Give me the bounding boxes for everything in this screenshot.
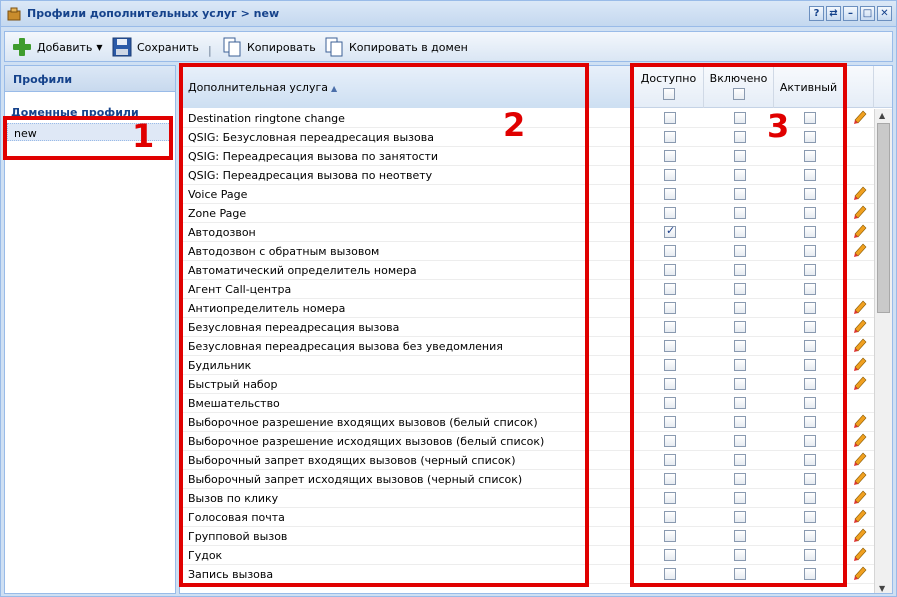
window-controls: ? ⇄ – □ ✕ (809, 6, 892, 21)
help-icon[interactable]: ? (809, 6, 824, 21)
add-button[interactable]: Добавить ▼ (11, 36, 103, 58)
pencil-icon[interactable] (853, 490, 867, 506)
pencil-icon[interactable] (853, 205, 867, 221)
add-button-label: Добавить (37, 40, 93, 54)
pencil-icon[interactable] (853, 376, 867, 392)
toolbar-separator: | (208, 43, 212, 57)
save-button[interactable]: Сохранить (111, 36, 199, 58)
floppy-disk-icon (112, 37, 132, 57)
annotation-label-2: 2 (503, 106, 526, 144)
pencil-icon[interactable] (853, 433, 867, 449)
pencil-icon[interactable] (853, 110, 867, 126)
pencil-icon[interactable] (853, 224, 867, 240)
column-header-edit (844, 66, 874, 108)
pencil-icon[interactable] (853, 186, 867, 202)
window-title: Профили дополнительных услуг > new (27, 7, 280, 20)
annotation-label-1: 1 (132, 117, 155, 155)
pencil-icon[interactable] (853, 528, 867, 544)
refresh-icon[interactable]: ⇄ (826, 6, 841, 21)
pencil-icon[interactable] (853, 547, 867, 563)
annotation-box-2 (179, 63, 589, 587)
annotation-label-3: 3 (767, 107, 790, 145)
pencil-icon[interactable] (853, 566, 867, 582)
copy-button[interactable]: Копировать (221, 36, 316, 58)
copy-to-domain-button-label: Копировать в домен (349, 40, 468, 54)
chevron-down-icon: ▼ (96, 42, 103, 52)
maximize-icon[interactable]: □ (860, 6, 875, 21)
save-button-label: Сохранить (137, 40, 199, 54)
copy-to-domain-button[interactable]: Копировать в домен (323, 36, 468, 58)
scroll-thumb[interactable] (877, 123, 890, 313)
window-app-icon (7, 7, 21, 21)
plus-icon (13, 38, 31, 56)
pencil-icon[interactable] (853, 414, 867, 430)
pencil-icon[interactable] (853, 357, 867, 373)
profiles-panel-header: Профили (5, 66, 175, 92)
minimize-icon[interactable]: – (843, 6, 858, 21)
pencil-icon[interactable] (853, 243, 867, 259)
annotation-box-3 (630, 63, 847, 587)
copy-icon (325, 37, 343, 57)
domain-profiles-section: Доменные профили (11, 106, 139, 119)
pencil-icon[interactable] (853, 300, 867, 316)
pencil-icon[interactable] (853, 319, 867, 335)
pencil-icon[interactable] (853, 509, 867, 525)
grid-scrollbar[interactable]: ▲ ▼ (874, 109, 892, 593)
scroll-down-icon[interactable]: ▼ (879, 584, 885, 593)
toolbar: Добавить ▼ Сохранить | Копировать Копиро… (4, 31, 893, 62)
app-window: Профили дополнительных услуг > new ? ⇄ –… (0, 0, 897, 597)
copy-button-label: Копировать (247, 40, 316, 54)
scroll-up-icon[interactable]: ▲ (879, 111, 885, 120)
copy-icon (223, 37, 241, 57)
pencil-icon[interactable] (853, 471, 867, 487)
pencil-icon[interactable] (853, 338, 867, 354)
title-bar: Профили дополнительных услуг > new ? ⇄ –… (1, 1, 896, 27)
close-icon[interactable]: ✕ (877, 6, 892, 21)
pencil-icon[interactable] (853, 452, 867, 468)
